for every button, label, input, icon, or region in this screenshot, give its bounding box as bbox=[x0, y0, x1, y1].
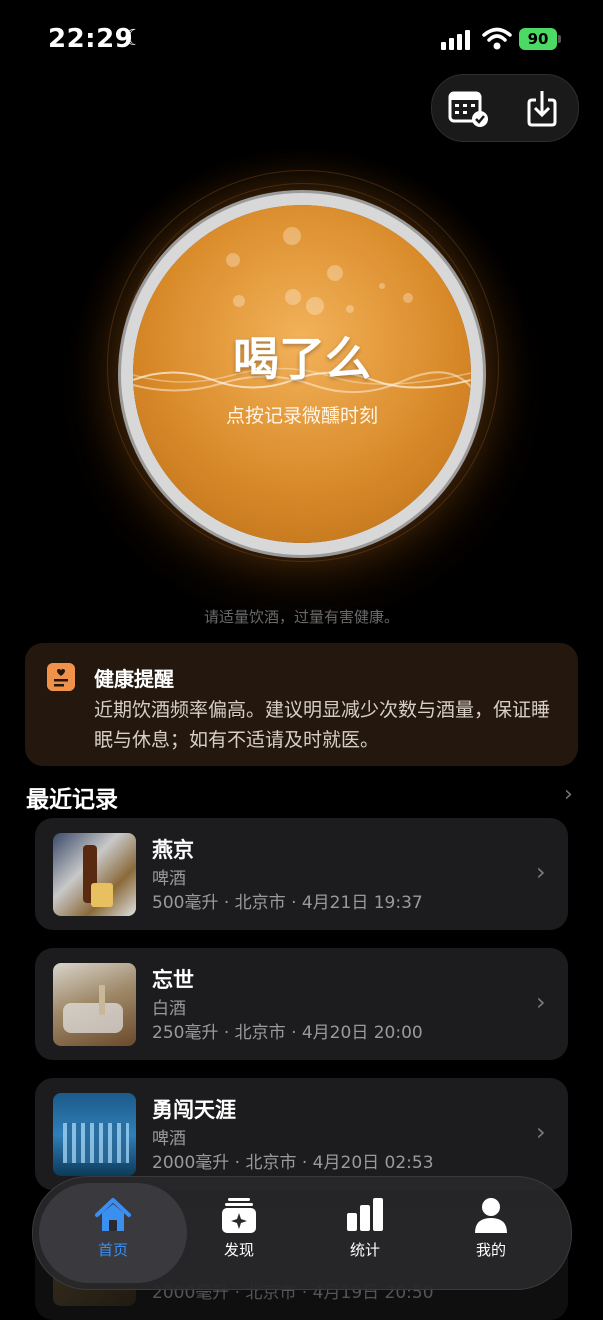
record-item[interactable]: 燕京 啤酒 500毫升 · 北京市 · 4月21日 19:37 › bbox=[35, 818, 568, 930]
calendar-check-button[interactable] bbox=[444, 85, 492, 131]
record-type: 啤酒 bbox=[152, 1129, 186, 1149]
discover-icon bbox=[222, 1198, 256, 1233]
tab-label: 统计 bbox=[349, 1241, 380, 1259]
download-icon bbox=[527, 91, 557, 127]
battery-tip bbox=[558, 35, 561, 43]
tab-label: 发现 bbox=[223, 1241, 254, 1259]
stats-icon bbox=[347, 1198, 383, 1231]
record-meta: 500毫升 · 北京市 · 4月21日 19:37 bbox=[152, 893, 423, 913]
moon-icon: ☾ bbox=[124, 26, 144, 51]
battery-indicator: 90 bbox=[519, 28, 557, 50]
tab-label: 我的 bbox=[475, 1241, 506, 1259]
health-body: 近期饮酒频率偏高。建议明显减少次数与酒量，保证睡眠与休息；如有不适请及时就医。 bbox=[94, 699, 551, 751]
chevron-right-icon: › bbox=[536, 858, 546, 886]
chevron-right-icon: › bbox=[536, 988, 546, 1016]
tab-statistics[interactable]: 统计 bbox=[305, 1189, 425, 1277]
record-meta: 250毫升 · 北京市 · 4月20日 20:00 bbox=[152, 1023, 423, 1043]
record-meta: 2000毫升 · 北京市 · 4月20日 02:53 bbox=[152, 1153, 434, 1173]
status-time: 22:29 bbox=[48, 24, 134, 54]
record-drink-button[interactable]: 喝了么 点按记录微醺时刻 bbox=[133, 205, 471, 543]
health-note-icon bbox=[47, 663, 75, 691]
home-icon bbox=[95, 1198, 131, 1231]
chevron-right-icon: › bbox=[536, 1118, 546, 1146]
record-name: 勇闯天涯 bbox=[152, 1098, 236, 1122]
cellular-signal-icon bbox=[441, 30, 473, 50]
app-title: 喝了么 bbox=[233, 332, 371, 386]
calendar-check-icon bbox=[448, 91, 488, 127]
recent-more-chevron-icon[interactable]: › bbox=[564, 782, 573, 807]
profile-icon bbox=[475, 1198, 507, 1233]
health-reminder-card: 健康提醒 近期饮酒频率偏高。建议明显减少次数与酒量，保证睡眠与休息；如有不适请及… bbox=[25, 643, 578, 766]
drink-advice: 请适量饮酒，过量有害健康。 bbox=[203, 608, 399, 626]
status-bar: 22:29 ☾ 90 bbox=[0, 0, 603, 80]
record-name: 燕京 bbox=[152, 838, 194, 862]
record-hint: 点按记录微醺时刻 bbox=[225, 405, 378, 427]
recent-records-title: 最近记录 bbox=[26, 787, 118, 813]
record-item[interactable]: 勇闯天涯 啤酒 2000毫升 · 北京市 · 4月20日 02:53 › bbox=[35, 1078, 568, 1190]
record-type: 白酒 bbox=[152, 999, 186, 1019]
record-name: 忘世 bbox=[152, 968, 194, 992]
wifi-icon bbox=[482, 27, 512, 50]
top-action-pill bbox=[431, 74, 579, 142]
record-photo bbox=[53, 1093, 136, 1176]
record-type: 啤酒 bbox=[152, 869, 186, 889]
record-item[interactable]: 忘世 白酒 250毫升 · 北京市 · 4月20日 20:00 › bbox=[35, 948, 568, 1060]
export-button[interactable] bbox=[518, 85, 566, 131]
tab-profile[interactable]: 我的 bbox=[431, 1189, 551, 1277]
tab-label: 首页 bbox=[97, 1241, 128, 1259]
record-photo bbox=[53, 833, 136, 916]
health-title: 健康提醒 bbox=[94, 667, 174, 691]
tab-home[interactable]: 首页 bbox=[53, 1189, 173, 1277]
tab-bar: 首页 发现 统计 我的 bbox=[32, 1176, 572, 1290]
record-photo bbox=[53, 963, 136, 1046]
tab-discover[interactable]: 发现 bbox=[179, 1189, 299, 1277]
